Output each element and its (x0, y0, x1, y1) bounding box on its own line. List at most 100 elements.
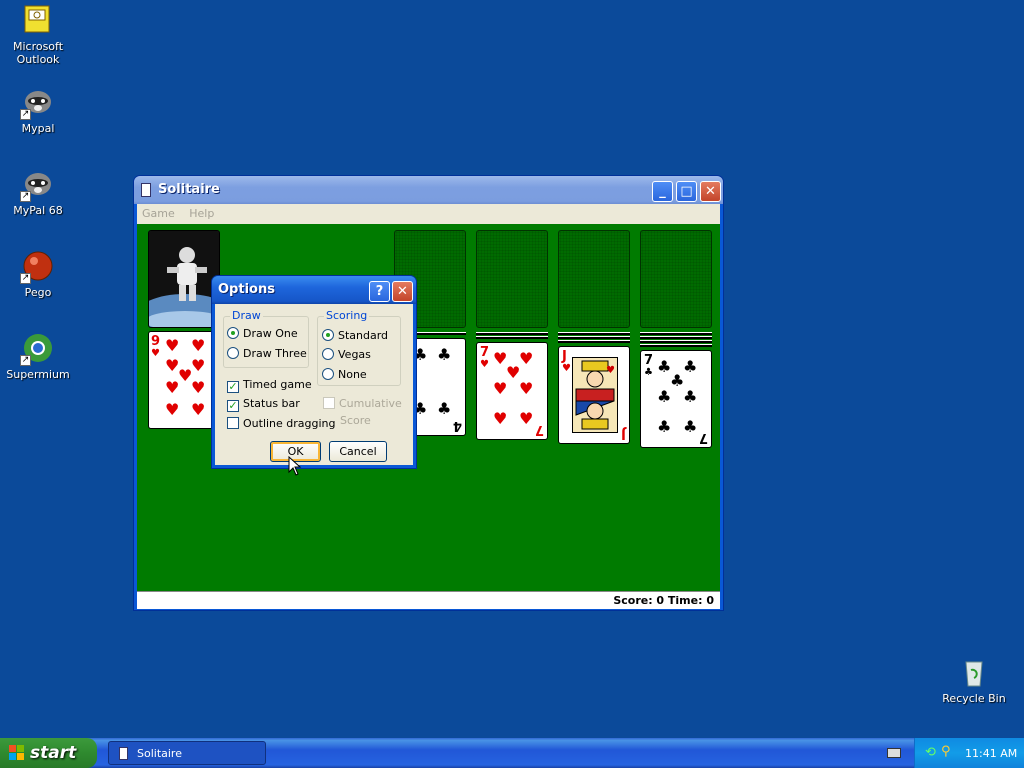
start-label: start (30, 743, 77, 763)
draw-group: Draw (223, 309, 309, 368)
heart-icon: ♥ (480, 359, 489, 370)
dialog-titlebar[interactable]: Options ? ✕ (212, 276, 416, 304)
shortcut-arrow-icon: ↗ (20, 109, 31, 120)
club-icon: ♣ (683, 387, 698, 406)
status-bar-label: Status bar (243, 397, 300, 410)
heart-icon: ♥ (191, 336, 206, 355)
club-icon: ♣ (657, 417, 672, 436)
desktop-icon-label: Recycle Bin (942, 692, 1006, 705)
taskbar-item-solitaire[interactable]: Solitaire (108, 741, 266, 765)
vegas-label: Vegas (338, 348, 371, 361)
club-icon: ♣ (683, 417, 698, 436)
score-label: Score (340, 414, 371, 427)
heart-icon: ♥ (493, 409, 508, 428)
solitaire-icon (119, 747, 128, 760)
tableau-card[interactable]: 7 ♣ 7 ♣ ♣ ♣ ♣ ♣ ♣ ♣ (640, 350, 712, 448)
desktop-icon-mypal[interactable]: ↗ Mypal (0, 86, 76, 135)
jack-face-icon: ♥ (572, 357, 618, 433)
radio-icon (322, 348, 334, 360)
desktop-icon-supermium[interactable]: ↗ Supermium (0, 332, 76, 381)
heart-icon: ♥ (165, 400, 180, 419)
radio-icon (322, 368, 334, 380)
raccoon-icon: ↗ (20, 86, 54, 120)
dialog-close-button[interactable]: ✕ (392, 281, 413, 302)
pego-icon: ↗ (20, 250, 54, 284)
desktop-icon-pego[interactable]: ↗ Pego (0, 250, 76, 299)
tableau-card[interactable]: 7 ♥ 7 ♥ ♥ ♥ ♥ ♥ ♥ ♥ (476, 342, 548, 440)
heart-icon: ♥ (151, 348, 160, 359)
system-tray: ⟲ ⚲ 11:41 AM (914, 738, 1024, 768)
heart-icon: ♥ (493, 379, 508, 398)
recycle-bin-icon (958, 656, 990, 688)
card-rank-bottom: 7 (698, 430, 708, 445)
solitaire-icon (141, 183, 151, 197)
desktop-icon-outlook[interactable]: Microsoft Outlook (0, 4, 76, 66)
network-icon[interactable]: ⟲ (925, 745, 936, 760)
vegas-radio[interactable]: Vegas (322, 348, 371, 361)
desktop-icon-label: Pego (24, 286, 52, 299)
none-radio[interactable]: None (322, 368, 367, 381)
dialog-title: Options (218, 282, 275, 297)
card-rank: 4 (452, 418, 462, 433)
heart-icon: ♥ (519, 379, 534, 398)
close-button[interactable]: ✕ (700, 181, 721, 202)
menubar: Game Help (137, 204, 720, 224)
foundation-slot[interactable] (558, 230, 630, 328)
card-rank-bottom: 7 (534, 422, 544, 437)
start-button[interactable]: start (0, 738, 97, 768)
desktop-icon-recycle-bin[interactable]: Recycle Bin (936, 656, 1012, 705)
draw-three-label: Draw Three (243, 347, 307, 360)
search-icon[interactable]: ⚲ (941, 744, 951, 759)
radio-icon (227, 347, 239, 359)
raccoon-icon: ↗ (20, 168, 54, 202)
menu-help[interactable]: Help (184, 204, 220, 220)
timed-game-label: Timed game (243, 378, 312, 391)
status-bar: Score: 0 Time: 0 (137, 591, 720, 609)
standard-label: Standard (338, 329, 389, 342)
help-button[interactable]: ? (369, 281, 390, 302)
tableau-card[interactable]: J ♥ J ♥ (558, 346, 630, 444)
heart-icon: ♥ (165, 378, 180, 397)
window-titlebar[interactable]: Solitaire _ □ ✕ (134, 176, 723, 204)
astronaut-card-back-icon (149, 231, 219, 327)
heart-icon: ♥ (165, 336, 180, 355)
outlook-icon (22, 4, 54, 36)
maximize-button[interactable]: □ (676, 181, 697, 202)
desktop-icon-label: Microsoft Outlook (12, 40, 64, 66)
cumulative-label: Cumulative (339, 397, 402, 410)
draw-three-radio[interactable]: Draw Three (227, 347, 307, 360)
waste-card[interactable]: 9 ♥ ♥ ♥ ♥ ♥ ♥ ♥ ♥ ♥ ♥ (148, 331, 220, 429)
foundation-slot[interactable] (640, 230, 712, 328)
shortcut-arrow-icon: ↗ (20, 355, 31, 366)
dialog-body: Draw Draw One Draw Three Scoring Standar… (215, 304, 413, 465)
draw-one-radio[interactable]: Draw One (227, 327, 298, 340)
scoring-group-title: Scoring (324, 309, 370, 322)
taskbar: start Solitaire ⟲ ⚲ 11:41 AM (0, 738, 1024, 768)
menu-game[interactable]: Game (137, 204, 181, 220)
stock-pile[interactable] (148, 230, 220, 328)
desktop-icon-mypal68[interactable]: ↗ MyPal 68 (0, 168, 76, 217)
supermium-icon: ↗ (20, 332, 54, 366)
radio-selected-icon (322, 329, 334, 341)
windows-flag-icon (9, 745, 24, 760)
minimize-button[interactable]: _ (652, 181, 673, 202)
draw-group-title: Draw (230, 309, 263, 322)
checkmark-icon: ✓ (227, 399, 239, 412)
outline-dragging-checkbox[interactable]: Outline dragging (227, 417, 336, 430)
card-rank-bottom: J (621, 426, 626, 441)
shortcut-arrow-icon: ↗ (20, 273, 31, 284)
window-title: Solitaire (158, 182, 220, 197)
cumulative-score-checkbox[interactable]: Cumulative (323, 397, 402, 410)
desktop-icon-label: Supermium (6, 368, 70, 381)
timed-game-checkbox[interactable]: ✓ Timed game (227, 378, 312, 393)
heart-icon: ♥ (191, 378, 206, 397)
clock[interactable]: 11:41 AM (965, 747, 1017, 760)
status-bar-checkbox[interactable]: ✓ Status bar (227, 397, 300, 412)
standard-radio[interactable]: Standard (322, 329, 388, 342)
club-icon: ♣ (437, 399, 452, 418)
checkbox-disabled-icon (323, 397, 335, 409)
foundation-slot[interactable] (476, 230, 548, 328)
outline-dragging-label: Outline dragging (243, 417, 336, 430)
cancel-button[interactable]: Cancel (329, 441, 387, 462)
keyboard-icon[interactable] (887, 748, 901, 758)
